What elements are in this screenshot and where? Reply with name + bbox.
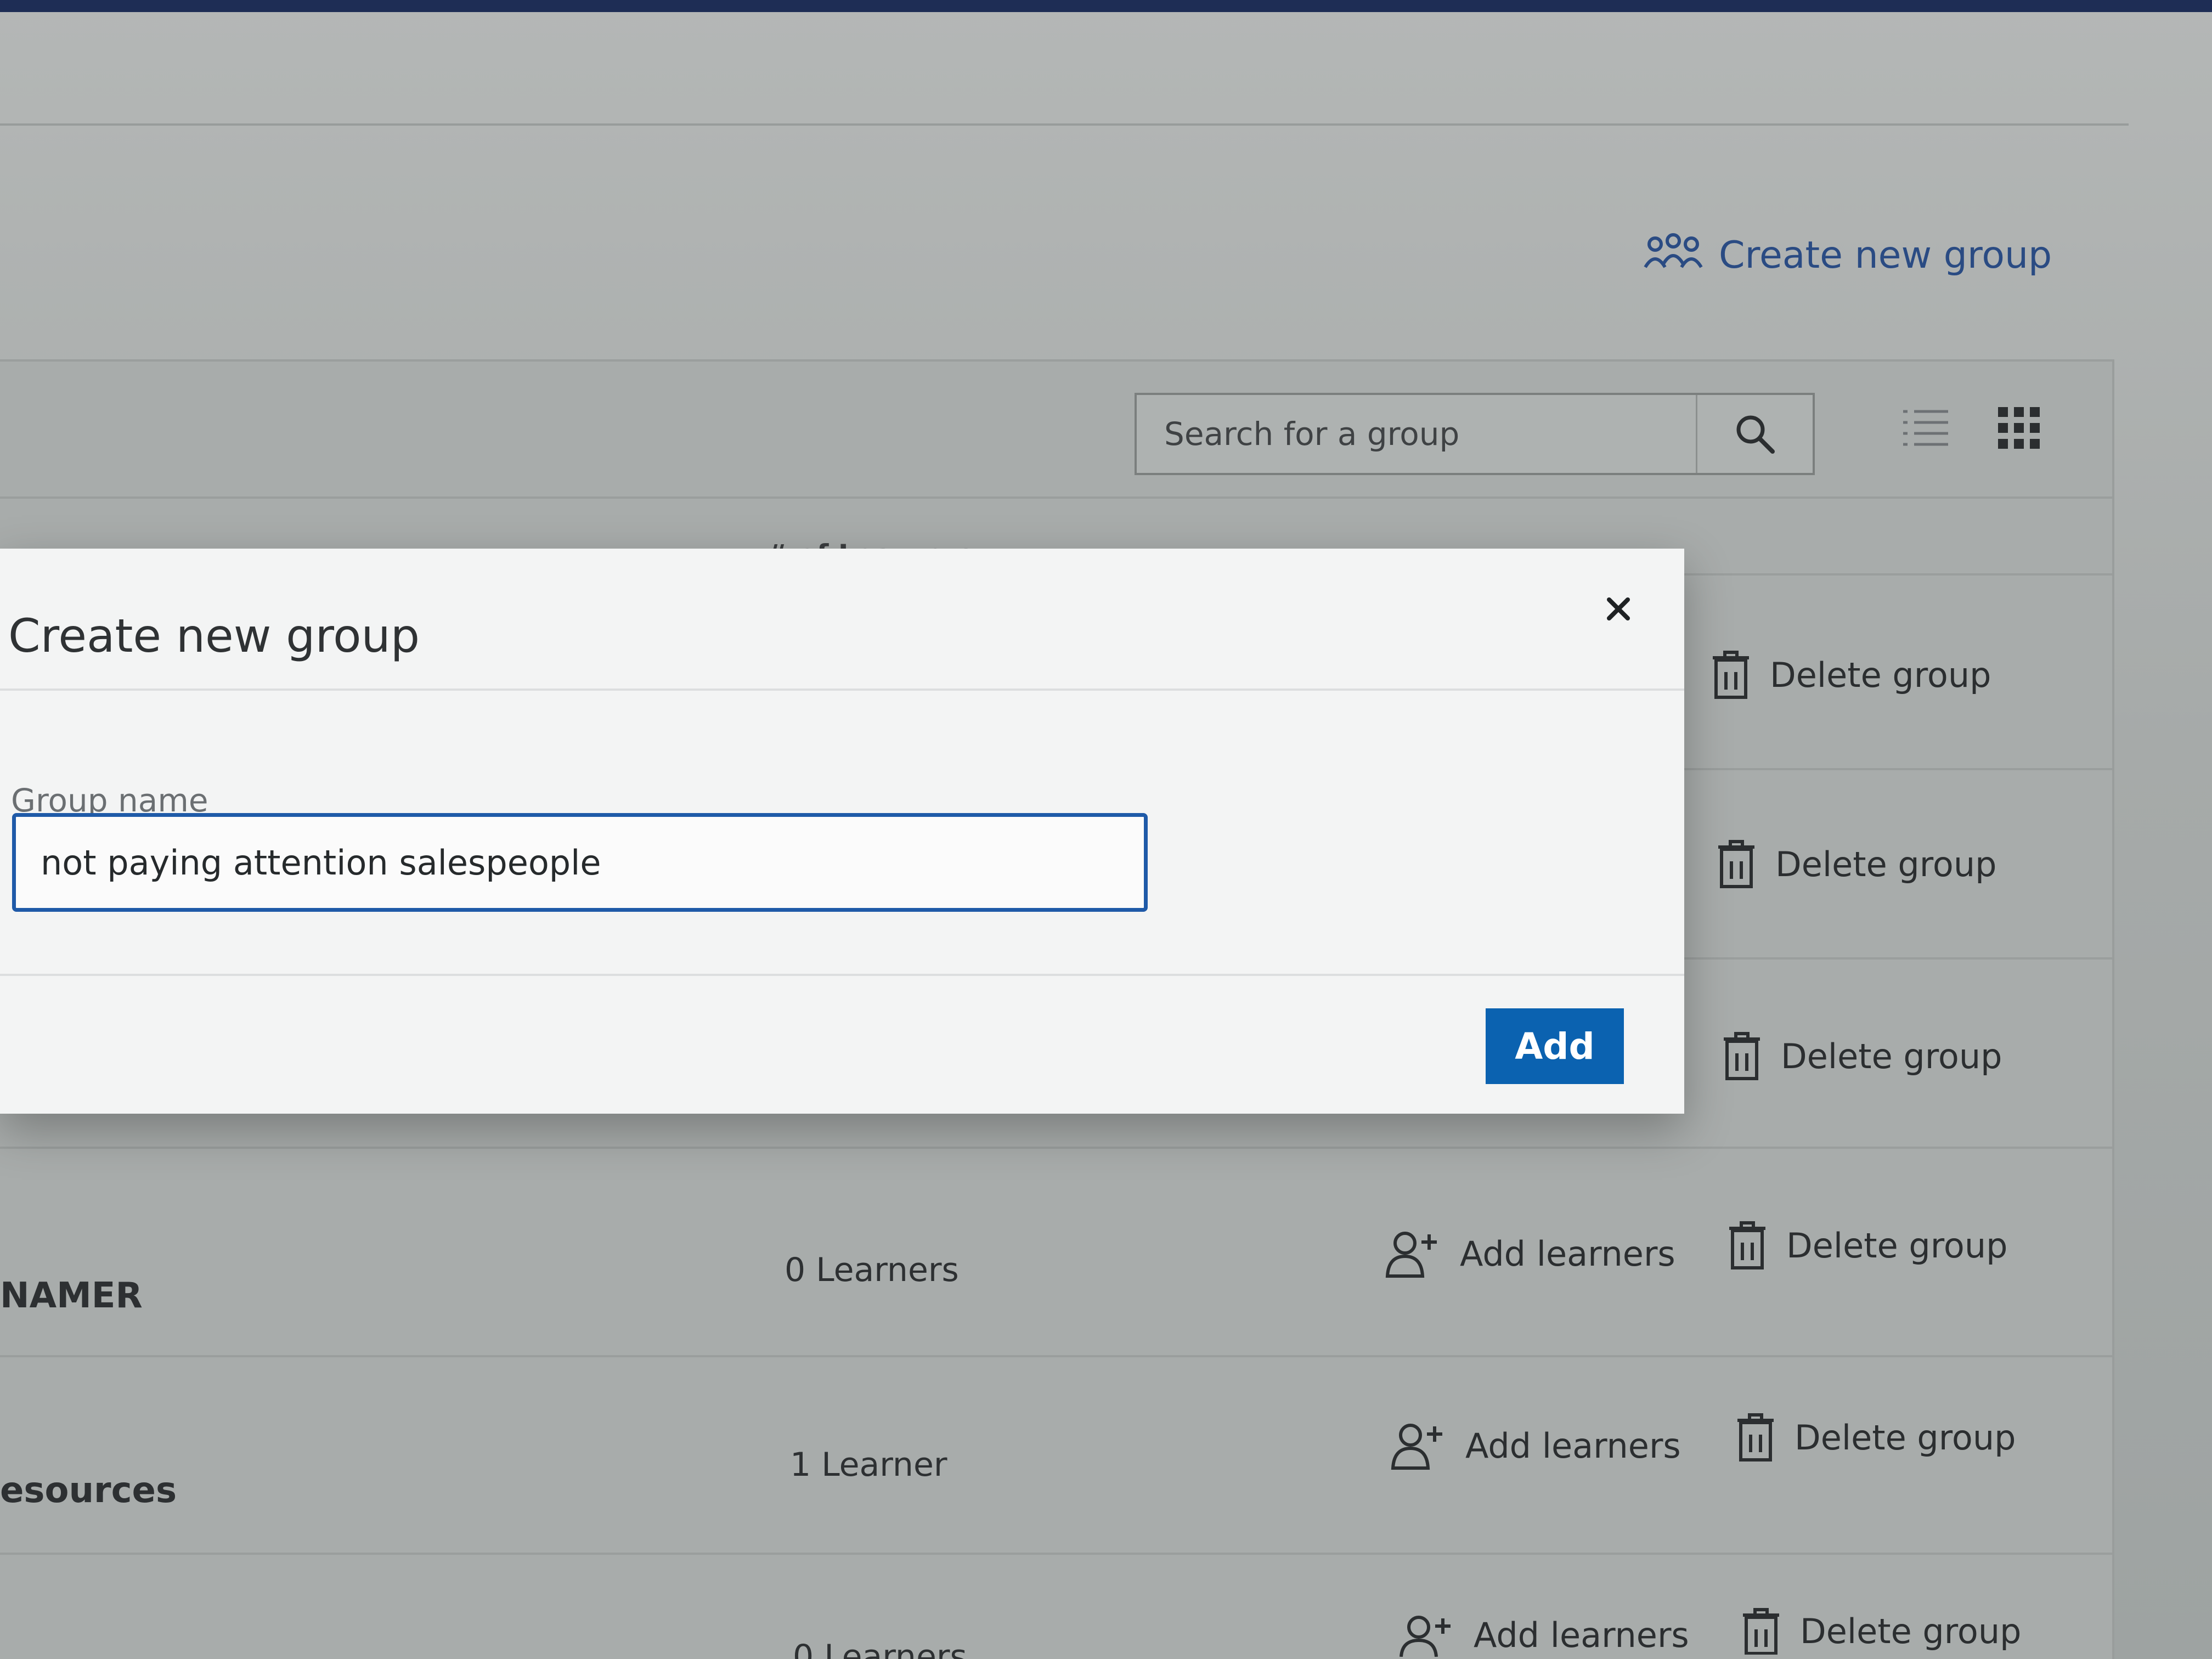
groups-page: Create new group Search for a group Dele… <box>0 0 2212 1659</box>
row-divider <box>0 1147 2112 1149</box>
add-button[interactable]: Add <box>1486 1008 1624 1084</box>
add-user-icon <box>1385 1232 1437 1278</box>
list-view-toggle[interactable] <box>1901 406 1950 452</box>
trash-icon <box>1718 840 1754 888</box>
add-learners-button[interactable]: Add learners <box>1399 1613 1689 1657</box>
delete-group-label: Delete group <box>1786 1225 2008 1266</box>
delete-group-label: Delete group <box>1770 654 1991 695</box>
trash-icon <box>1729 1221 1765 1269</box>
modal-title: Create new group <box>8 609 420 663</box>
delete-group-button[interactable]: Delete group <box>1712 650 1991 699</box>
create-group-modal: Create new group Group name Add <box>0 549 1684 1114</box>
search-box <box>1135 393 1815 475</box>
create-new-group-label: Create new group <box>1719 233 2052 277</box>
add-learners-button[interactable]: Add learners <box>1391 1421 1681 1470</box>
modal-footer-divider <box>0 974 1684 976</box>
add-learners-label: Add learners <box>1465 1425 1681 1466</box>
trash-icon <box>1737 1413 1774 1462</box>
delete-group-button[interactable]: Delete group <box>1717 839 1996 889</box>
row-divider <box>0 1355 2112 1357</box>
grid-view-icon <box>1998 407 2040 449</box>
header-divider <box>0 123 2129 126</box>
trash-icon <box>1724 1032 1760 1080</box>
toolbar-divider <box>0 496 2112 499</box>
group-name[interactable]: NAMER <box>0 1276 143 1316</box>
close-icon <box>1607 597 1630 620</box>
delete-group-button[interactable]: Delete group <box>1742 1607 2021 1655</box>
delete-group-button[interactable]: Delete group <box>1728 1221 2007 1270</box>
grid-view-toggle[interactable] <box>1997 406 2041 452</box>
delete-group-label: Delete group <box>1795 1417 2016 1458</box>
group-icon <box>1644 233 1703 268</box>
add-user-icon <box>1400 1616 1451 1657</box>
close-button[interactable] <box>1594 584 1643 634</box>
trash-icon <box>1713 651 1749 699</box>
search-icon <box>1736 415 1775 454</box>
modal-header-divider <box>0 689 1684 691</box>
add-user-icon <box>1391 1424 1442 1470</box>
add-learners-button[interactable]: Add learners <box>1385 1229 1675 1278</box>
search-input[interactable] <box>1137 394 1696 473</box>
delete-group-button[interactable]: Delete group <box>1723 1031 2002 1081</box>
search-button[interactable] <box>1696 395 1813 473</box>
add-learners-label: Add learners <box>1474 1615 1689 1655</box>
delete-group-label: Delete group <box>1781 1036 2002 1076</box>
delete-group-button[interactable]: Delete group <box>1736 1413 2016 1462</box>
learner-count: 1 Learner <box>790 1446 947 1484</box>
group-name[interactable]: esources <box>0 1470 177 1511</box>
add-learners-label: Add learners <box>1460 1233 1675 1274</box>
top-bar <box>0 0 2212 12</box>
group-name-field[interactable] <box>12 813 1148 912</box>
delete-group-label: Delete group <box>1800 1611 2022 1651</box>
delete-group-label: Delete group <box>1775 844 1997 884</box>
create-new-group-link[interactable]: Create new group <box>1643 233 2052 277</box>
row-divider <box>0 1553 2112 1555</box>
list-view-icon <box>1903 410 1948 446</box>
trash-icon <box>1743 1608 1779 1655</box>
learner-count: 0 Learners <box>785 1251 959 1289</box>
learner-count: 0 Learners <box>793 1638 967 1659</box>
